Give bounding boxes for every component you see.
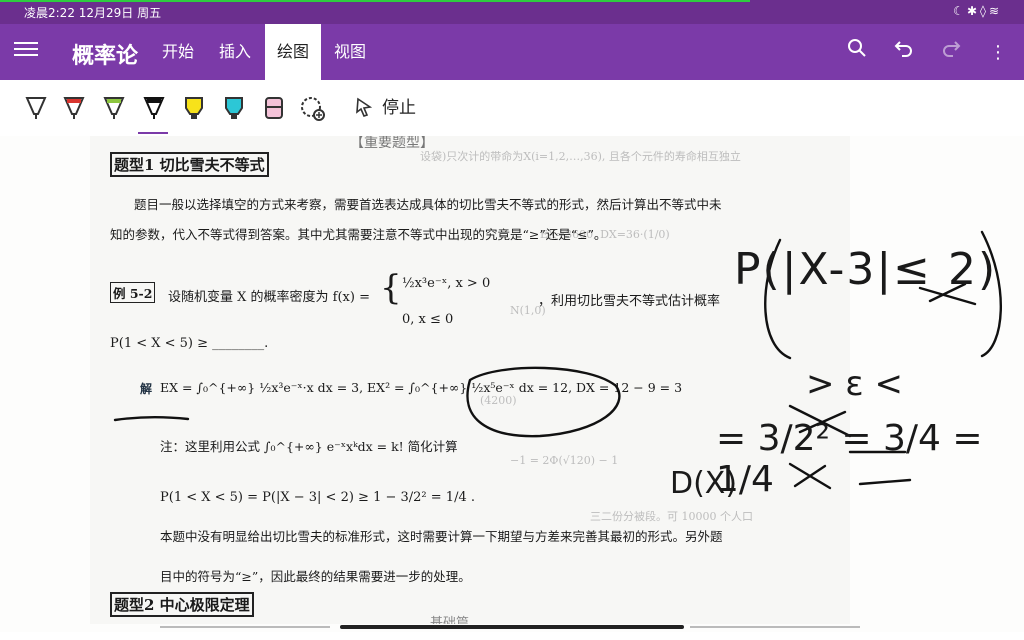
bluetooth-icon: ✱	[966, 4, 980, 18]
pen-red-icon[interactable]	[62, 94, 86, 122]
handwriting-line-1: P(|X-3|≤ 2)	[734, 244, 998, 295]
moon-icon: ☾	[953, 4, 967, 18]
stop-drawing-button[interactable]: 停止	[354, 94, 416, 122]
handwriting-line-4: D(X)	[670, 466, 738, 501]
stop-label: 停止	[382, 98, 416, 118]
app-actions: ⋮	[827, 38, 1010, 65]
bell-off-icon: ◊	[980, 4, 989, 18]
ink-underline	[113, 416, 190, 422]
tab-insert[interactable]: 插入	[207, 24, 263, 80]
status-bar: 凌晨2:22 12月29日 周五 ☾✱◊≋	[0, 0, 1024, 24]
status-icons: ☾✱◊≋	[953, 4, 1002, 18]
handwriting-line-3: = 3/2² = 3/4 = 1/4	[716, 418, 983, 500]
pen-green-icon[interactable]	[102, 94, 126, 122]
highlighter-cyan-icon[interactable]	[222, 94, 246, 122]
sync-progress-bar	[0, 0, 750, 2]
pen-gray-icon[interactable]	[24, 94, 48, 122]
drawing-toolbar: 停止	[0, 80, 1024, 137]
more-icon[interactable]: ⋮	[986, 41, 1010, 65]
system-nav-bar	[0, 624, 1024, 632]
notebook-canvas[interactable]: 【重要题型】 设袋)只次计的带命为X(i=1,2,…,36), 且各个元件的寿命…	[0, 136, 1024, 632]
app-bar: 概率论 开始 插入 绘图 视图 ⋮	[0, 24, 1024, 80]
tab-view[interactable]: 视图	[322, 24, 378, 80]
search-icon[interactable]	[845, 38, 869, 62]
wifi-icon: ≋	[988, 4, 1002, 18]
handwriting-line-2: > ε <	[806, 364, 903, 404]
highlighter-yellow-icon[interactable]	[182, 94, 206, 122]
notebook-title: 概率论	[72, 44, 139, 69]
status-time: 凌晨2:22 12月29日 周五	[24, 6, 162, 20]
ink-circle-dx	[466, 366, 621, 438]
undo-icon[interactable]	[892, 38, 916, 62]
page-scroll-track	[690, 626, 860, 628]
home-gesture-handle[interactable]	[340, 625, 684, 629]
page-scroll-track	[160, 626, 330, 628]
add-pen-icon[interactable]	[300, 94, 325, 122]
tab-home[interactable]: 开始	[150, 24, 206, 80]
tab-draw[interactable]: 绘图	[265, 24, 322, 80]
hamburger-menu-icon[interactable]	[14, 38, 38, 62]
pen-black-icon[interactable]	[138, 94, 168, 134]
pointer-icon	[356, 97, 373, 117]
redo-icon[interactable]	[939, 38, 963, 62]
eraser-pink-icon[interactable]	[262, 94, 286, 122]
